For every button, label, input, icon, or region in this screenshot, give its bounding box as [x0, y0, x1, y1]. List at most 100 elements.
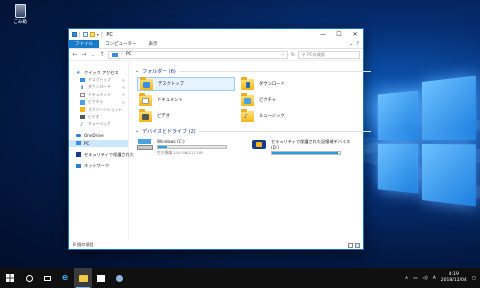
system-tray: ∧ ▭ ◁) A 4:19 2018/12/04 ▢: [405, 272, 480, 284]
maximize-button[interactable]: ☐: [331, 29, 347, 40]
nav-item-screenshots[interactable]: スクリーンショット: [69, 106, 128, 113]
edge-button[interactable]: e: [56, 268, 74, 288]
clock[interactable]: 4:19 2018/12/04: [441, 272, 467, 284]
address-dropdown-icon[interactable]: ⌄: [281, 52, 287, 57]
ime-indicator[interactable]: A: [433, 276, 436, 281]
store-button[interactable]: [92, 268, 110, 288]
nav-network[interactable]: ネットワーク: [69, 162, 128, 169]
details-view-icon[interactable]: [348, 242, 353, 248]
drive-c[interactable]: Windows (C:) 空き領域 110 GB/127 GB: [137, 137, 233, 161]
folder-desktop[interactable]: デスクトップ: [137, 76, 235, 91]
folder-label: ダウンロード: [259, 82, 285, 87]
pin-icon: ✎: [121, 77, 125, 83]
properties-icon[interactable]: [82, 32, 88, 37]
nav-quick-access[interactable]: ★ クイック アクセス: [69, 69, 128, 77]
titlebar[interactable]: | ▾ | PC — ☐ ✕: [69, 29, 363, 40]
folder-label: デスクトップ: [158, 82, 184, 87]
notification-icon[interactable]: ▢: [472, 276, 476, 281]
large-icons-view-icon[interactable]: [355, 242, 360, 248]
nav-label: ミュージック: [88, 121, 111, 127]
folder-downloads[interactable]: ダウンロード: [239, 76, 337, 91]
refresh-icon[interactable]: ↻: [291, 52, 295, 58]
ribbon-tabs: ファイル コンピューター 表示 ⌄ ?: [69, 40, 363, 49]
cloud-icon: [76, 134, 81, 138]
tab-computer[interactable]: コンピューター: [99, 40, 143, 48]
nav-item-music[interactable]: ♪ ミュージック: [69, 121, 128, 128]
chevron-down-icon: ⌄: [135, 128, 140, 134]
folder-videos[interactable]: ビデオ: [137, 108, 235, 123]
search-button[interactable]: [20, 268, 38, 288]
new-folder-icon[interactable]: [89, 32, 95, 37]
star-icon: ★: [76, 70, 81, 77]
content-pane: ⌄ フォルダー (6) デスクトップ ダウンロード ドキュメント ピクチャ ビデ…: [129, 62, 377, 241]
drive-usage-fill: [158, 146, 167, 148]
desktop-folder-icon: [140, 76, 153, 90]
nav-label: ドキュメント: [88, 91, 111, 97]
nav-secure-drive[interactable]: セキュリティで保護された: [69, 151, 134, 158]
tab-file[interactable]: ファイル: [69, 40, 99, 48]
recent-locations-icon[interactable]: ⌄: [90, 52, 96, 57]
up-arrow-icon[interactable]: ↑: [99, 51, 105, 58]
pc-icon: [72, 32, 77, 37]
breadcrumb-pc[interactable]: PC: [126, 52, 132, 57]
nav-label: PC: [84, 140, 90, 146]
nav-pc[interactable]: PC: [69, 139, 128, 147]
pin-icon: ✎: [121, 99, 125, 105]
expand-ribbon-icon[interactable]: ⌄: [349, 41, 353, 47]
video-icon: [80, 114, 85, 120]
folder-label: ドキュメント: [157, 98, 183, 103]
folder-pictures[interactable]: ピクチャ: [239, 92, 337, 107]
nav-item-downloads[interactable]: ⬇ ダウンロード ✎: [69, 84, 128, 91]
folder-icon: [78, 274, 88, 282]
nav-label: ビデオ: [88, 114, 100, 120]
drives-group-header[interactable]: ⌄ デバイスとドライブ (2): [135, 127, 371, 135]
windows-start-icon: [6, 274, 14, 282]
address-input[interactable]: › PC ⌄: [108, 50, 288, 59]
store-icon: [97, 274, 105, 282]
downloads-folder-icon: [241, 76, 254, 90]
task-view-icon: [43, 275, 51, 281]
pictures-icon: [80, 100, 85, 105]
qa-dropdown-icon[interactable]: ▾: [97, 32, 99, 37]
chevron-up-icon[interactable]: ∧: [405, 276, 408, 281]
nav-label: OneDrive: [84, 133, 104, 139]
app-button[interactable]: [110, 268, 128, 288]
back-arrow-icon[interactable]: ←: [72, 51, 78, 58]
folders-grid: デスクトップ ダウンロード ドキュメント ピクチャ ビデオ ♪ ミュージック: [137, 76, 371, 123]
drive-info: 空き領域 110 GB/127 GB: [157, 149, 203, 155]
nav-item-pictures[interactable]: ピクチャ ✎: [69, 99, 128, 106]
nav-label: ダウンロード: [88, 84, 111, 90]
nav-item-desktop[interactable]: デスクトップ ✎: [69, 76, 128, 83]
task-view-button[interactable]: [38, 268, 56, 288]
folder-label: ミュージック: [259, 114, 285, 119]
nav-label: セキュリティで保護された: [84, 151, 134, 157]
group-label: デバイスとドライブ (2): [142, 128, 196, 135]
network-icon[interactable]: ▭: [413, 276, 417, 281]
search-input[interactable]: ⚲ PCの検索: [298, 50, 360, 59]
drive-d[interactable]: セキュリティで保護された記憶域デバイス (D:): [251, 137, 371, 161]
navigation-pane: ★ クイック アクセス デスクトップ ✎ ⬇ ダウンロード ✎ ドキュメント ✎…: [69, 62, 134, 241]
explorer-taskbar-button[interactable]: [74, 268, 92, 288]
drive-name: Windows (C:): [157, 139, 185, 144]
folder-documents[interactable]: ドキュメント: [137, 92, 235, 107]
secure-drive-icon: [251, 139, 267, 151]
taskbar: e ∧ ▭ ◁) A 4:19 2018/12/04 ▢: [0, 268, 480, 288]
tab-view[interactable]: 表示: [143, 40, 164, 48]
documents-folder-icon: [139, 92, 152, 106]
folder-music[interactable]: ♪ ミュージック: [239, 108, 337, 123]
folder-label: ビデオ: [157, 114, 170, 119]
nav-item-documents[interactable]: ドキュメント ✎: [69, 91, 128, 98]
minimize-button[interactable]: —: [315, 29, 331, 40]
nav-item-videos[interactable]: ビデオ: [69, 113, 128, 120]
nav-label: ピクチャ: [88, 99, 104, 105]
nav-onedrive[interactable]: OneDrive: [69, 132, 128, 139]
folders-group-header[interactable]: ⌄ フォルダー (6): [135, 67, 371, 75]
start-button[interactable]: [0, 268, 20, 288]
network-icon: [76, 163, 81, 169]
volume-icon[interactable]: ◁): [422, 276, 427, 281]
forward-arrow-icon[interactable]: →: [81, 51, 87, 58]
help-icon[interactable]: ?: [356, 41, 359, 47]
recycle-bin-icon[interactable]: ごみ箱: [7, 4, 33, 25]
close-button[interactable]: ✕: [347, 29, 363, 40]
drive-usage-fill: [272, 152, 338, 154]
